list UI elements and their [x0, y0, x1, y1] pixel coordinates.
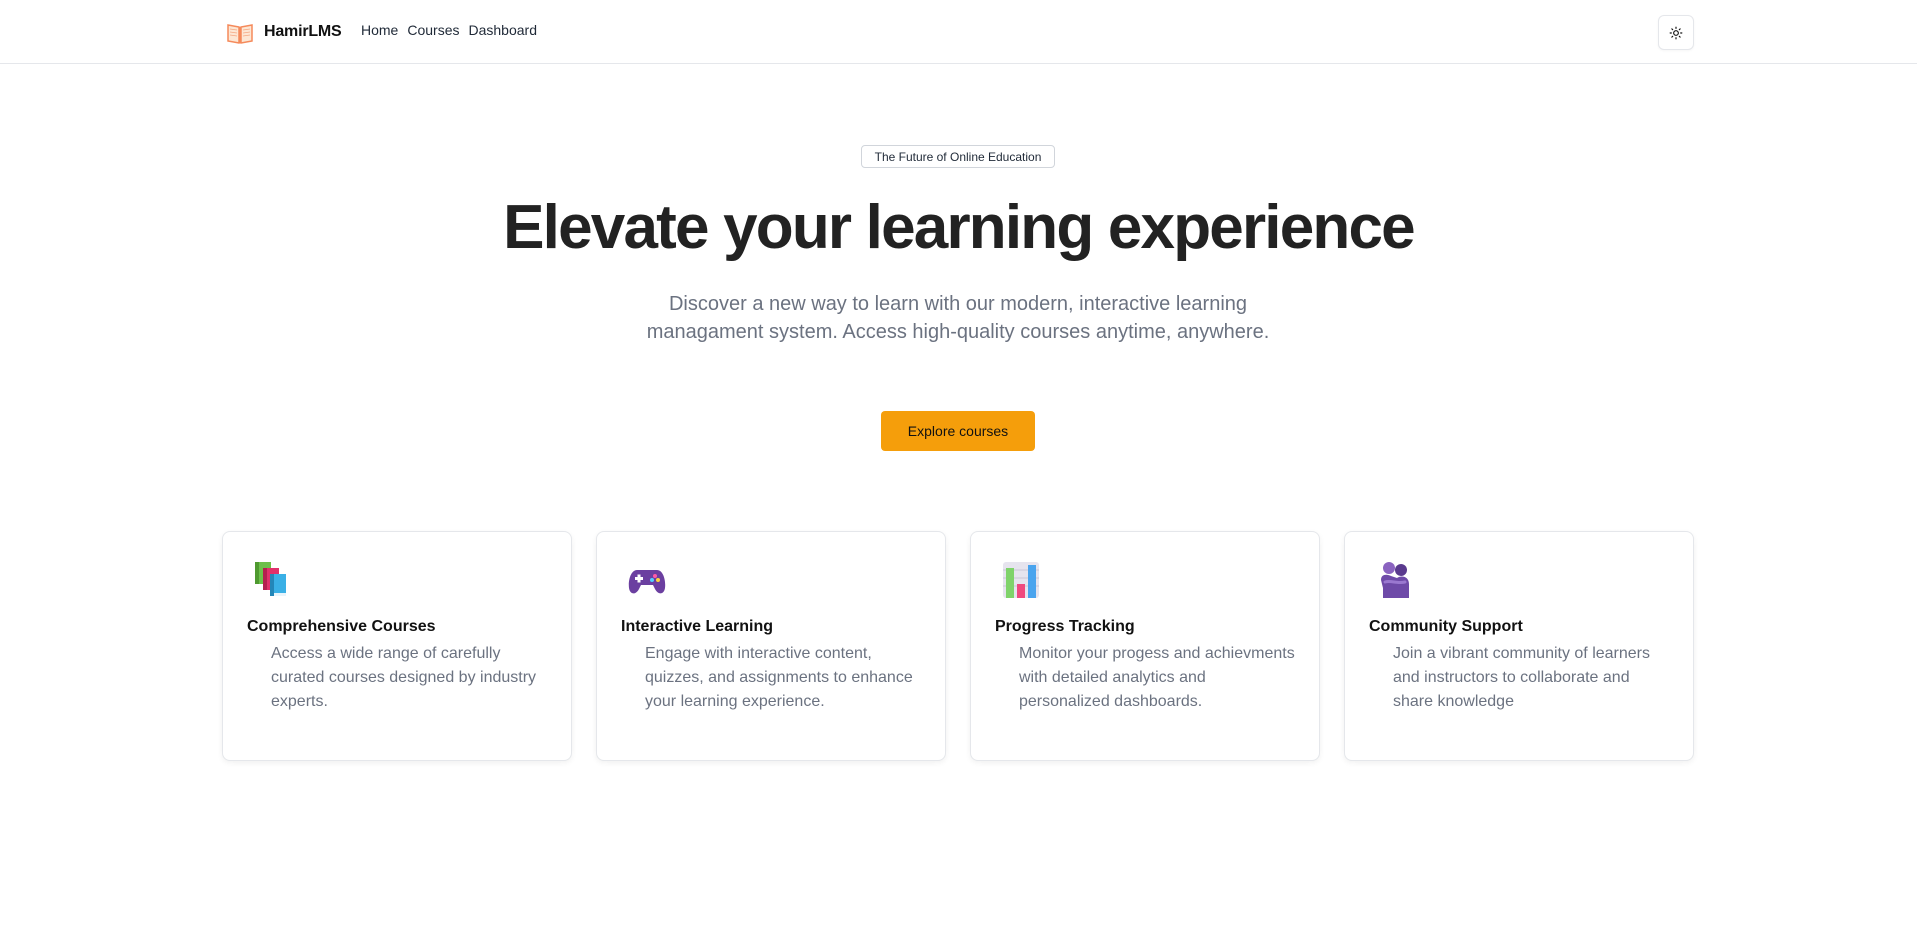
- top-navbar: HamirLMS Home Courses Dashboard: [0, 0, 1917, 64]
- feature-description: Monitor your progess and achievments wit…: [1019, 645, 1295, 710]
- feature-description: Join a vibrant community of learners and…: [1393, 645, 1650, 710]
- theme-toggle-button[interactable]: [1658, 15, 1694, 50]
- sun-icon: [1669, 26, 1683, 39]
- bar-chart-icon: [1003, 562, 1039, 598]
- nav-link-home[interactable]: Home: [361, 22, 398, 38]
- hero-badge: The Future of Online Education: [861, 145, 1055, 168]
- nav-link-dashboard[interactable]: Dashboard: [469, 22, 538, 38]
- feature-card-interactive: Interactive Learning Engage with interac…: [596, 531, 946, 761]
- feature-card-community: Community Support Join a vibrant communi…: [1344, 531, 1694, 761]
- people-hugging-icon: [1381, 562, 1409, 598]
- feature-description: Engage with interactive content, quizzes…: [645, 645, 913, 710]
- feature-title: Interactive Learning: [621, 618, 774, 635]
- feature-title: Community Support: [1369, 618, 1523, 635]
- brand-logo-link[interactable]: HamirLMS: [226, 18, 342, 46]
- feature-title: Comprehensive Courses: [247, 618, 436, 635]
- main-nav: Home Courses Dashboard: [361, 22, 537, 38]
- feature-title: Progress Tracking: [995, 618, 1135, 635]
- books-icon: [255, 562, 286, 596]
- hero-headline: Elevate your learning experience: [503, 193, 1416, 262]
- hero-subtext: Discover a new way to learn with our mod…: [646, 293, 1270, 343]
- open-book-icon: [227, 24, 253, 44]
- feature-description: Access a wide range of carefully curated…: [271, 645, 537, 710]
- brand-name: HamirLMS: [264, 23, 342, 40]
- feature-card-progress: Progress Tracking Monitor your progess a…: [970, 531, 1320, 761]
- game-controller-icon: [628, 570, 666, 594]
- feature-card-courses: Comprehensive Courses Access a wide rang…: [222, 531, 572, 761]
- explore-courses-button[interactable]: Explore courses: [881, 411, 1035, 451]
- nav-link-courses[interactable]: Courses: [407, 22, 459, 38]
